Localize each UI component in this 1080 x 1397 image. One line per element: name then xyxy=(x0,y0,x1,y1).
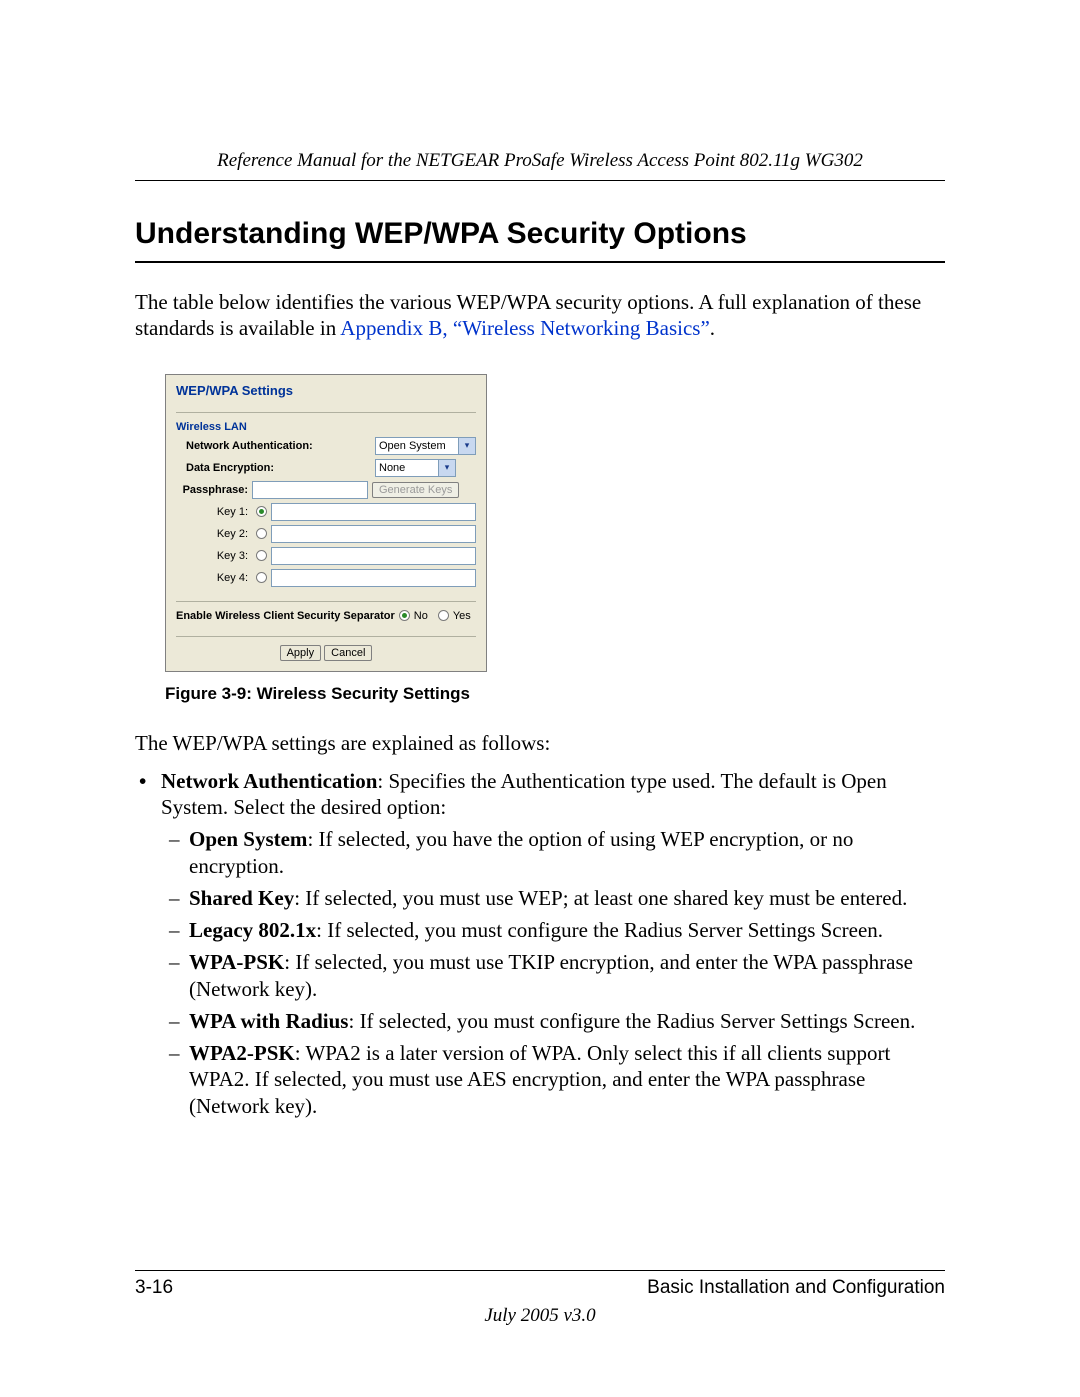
dash-wpa-radius: WPA with Radius: If selected, you must c… xyxy=(161,1008,945,1034)
explain-intro: The WEP/WPA settings are explained as fo… xyxy=(135,730,945,756)
figure-screenshot: WEP/WPA Settings Wireless LAN Network Au… xyxy=(165,374,945,704)
intro-paragraph: The table below identifies the various W… xyxy=(135,289,945,342)
section-wireless-lan: Wireless LAN xyxy=(176,421,476,433)
key2-label: Key 2: xyxy=(176,528,252,540)
divider xyxy=(176,412,476,413)
separator-no-text: No xyxy=(414,610,428,622)
footer-date: July 2005 v3.0 xyxy=(135,1305,945,1327)
dash-text: : If selected, you must configure the Ra… xyxy=(348,1009,915,1033)
dash-bold: Open System xyxy=(189,827,307,851)
key2-input[interactable] xyxy=(271,525,476,543)
key4-input[interactable] xyxy=(271,569,476,587)
key4-label: Key 4: xyxy=(176,572,252,584)
key3-label: Key 3: xyxy=(176,550,252,562)
key2-radio[interactable] xyxy=(256,528,267,539)
dash-shared-key: Shared Key: If selected, you must use WE… xyxy=(161,885,945,911)
key1-radio[interactable] xyxy=(256,506,267,517)
separator-no-radio[interactable] xyxy=(399,610,410,621)
running-header: Reference Manual for the NETGEAR ProSafe… xyxy=(135,150,945,181)
page-footer: 3-16 Basic Installation and Configuratio… xyxy=(135,1270,945,1327)
passphrase-label: Passphrase: xyxy=(176,484,248,496)
dash-bold: WPA with Radius xyxy=(189,1009,348,1033)
footer-section: Basic Installation and Configuration xyxy=(647,1277,945,1299)
network-auth-select[interactable]: Open System xyxy=(375,437,475,455)
dash-bold: WPA-PSK xyxy=(189,950,284,974)
separator-label: Enable Wireless Client Security Separato… xyxy=(176,610,395,622)
appendix-link[interactable]: Appendix B, “Wireless Networking Basics” xyxy=(340,316,710,340)
page-title: Understanding WEP/WPA Security Options xyxy=(135,217,945,263)
divider xyxy=(176,601,476,602)
key1-input[interactable] xyxy=(271,503,476,521)
document-page: Reference Manual for the NETGEAR ProSafe… xyxy=(0,0,1080,1397)
apply-button[interactable]: Apply xyxy=(280,645,322,661)
key4-radio[interactable] xyxy=(256,572,267,583)
dash-text: : If selected, you must use WEP; at leas… xyxy=(294,886,907,910)
dash-legacy-8021x: Legacy 802.1x: If selected, you must con… xyxy=(161,917,945,943)
divider xyxy=(176,636,476,637)
bullet-network-auth: Network Authentication: Specifies the Au… xyxy=(135,768,945,1119)
figure-caption: Figure 3-9: Wireless Security Settings xyxy=(165,684,945,704)
dash-wpa2-psk: WPA2-PSK: WPA2 is a later version of WPA… xyxy=(161,1040,945,1119)
generate-keys-button: Generate Keys xyxy=(372,482,459,498)
dash-bold: WPA2-PSK xyxy=(189,1041,295,1065)
panel-title: WEP/WPA Settings xyxy=(176,381,476,398)
dash-text: : If selected, you must use TKIP encrypt… xyxy=(189,950,913,1000)
key1-label: Key 1: xyxy=(176,506,252,518)
dash-wpa-psk: WPA-PSK: If selected, you must use TKIP … xyxy=(161,949,945,1002)
dash-open-system: Open System: If selected, you have the o… xyxy=(161,826,945,879)
passphrase-input[interactable] xyxy=(252,481,368,499)
dash-bold: Shared Key xyxy=(189,886,294,910)
network-auth-label: Network Authentication: xyxy=(176,440,313,452)
dash-text: : If selected, you must configure the Ra… xyxy=(316,918,883,942)
data-encryption-select[interactable]: None xyxy=(375,459,455,477)
separator-yes-radio[interactable] xyxy=(438,610,449,621)
bullet-bold: Network Authentication xyxy=(161,769,377,793)
data-encryption-label: Data Encryption: xyxy=(176,462,274,474)
separator-yes-text: Yes xyxy=(453,610,471,622)
bullet-list: Network Authentication: Specifies the Au… xyxy=(135,768,945,1119)
key3-input[interactable] xyxy=(271,547,476,565)
footer-page-number: 3-16 xyxy=(135,1277,173,1299)
dash-text: : WPA2 is a later version of WPA. Only s… xyxy=(189,1041,890,1118)
key3-radio[interactable] xyxy=(256,550,267,561)
dash-bold: Legacy 802.1x xyxy=(189,918,316,942)
intro-text-b: . xyxy=(710,316,715,340)
dash-list: Open System: If selected, you have the o… xyxy=(161,826,945,1119)
wep-wpa-panel: WEP/WPA Settings Wireless LAN Network Au… xyxy=(165,374,487,672)
cancel-button[interactable]: Cancel xyxy=(324,645,372,661)
